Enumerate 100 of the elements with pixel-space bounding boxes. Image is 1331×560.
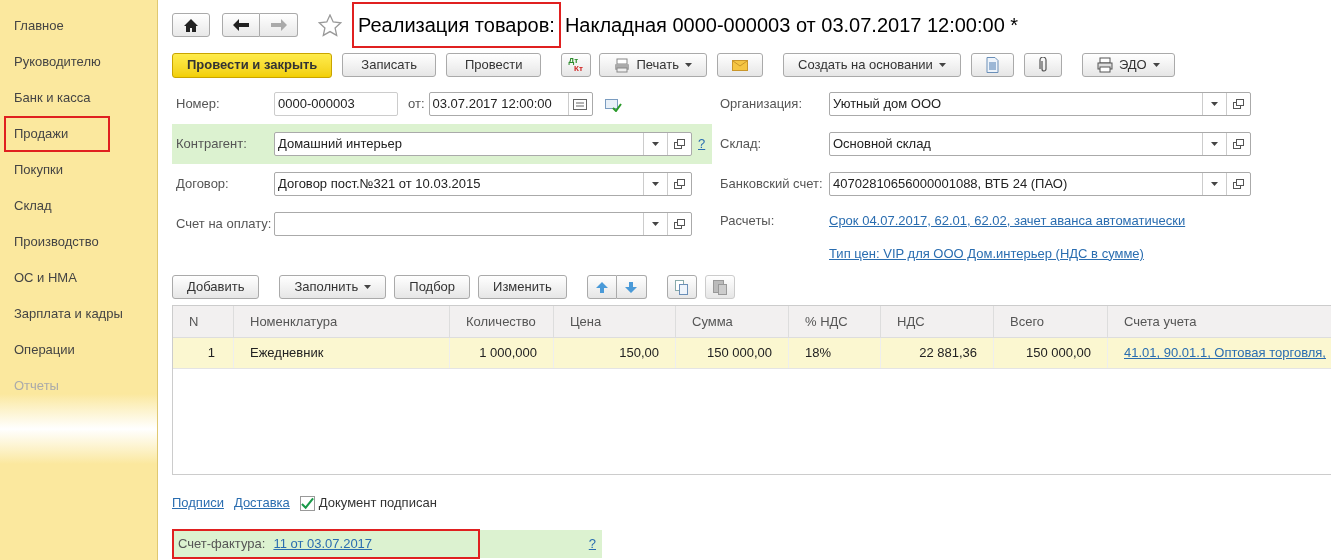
link[interactable]: Срок 04.07.2017, 62.01, 62.02, зачет аванса автоматически xyxy=(829,210,1186,231)
table-row[interactable]: 1 Ежедневник 1 000,000 150,00 150 000,00 18% 22 881,36 150 000,00 41.01, 90.01.1, Оптовая торговля, xyxy=(173,338,1331,369)
column-header[interactable]: % НДС xyxy=(789,306,881,337)
post-and-close-button[interactable]: Провести и закрыть xyxy=(172,52,333,78)
open-window-icon xyxy=(674,139,685,149)
table-cell: 22 881,36 xyxy=(881,338,994,368)
help-link[interactable]: ? xyxy=(698,134,706,154)
table-cell: 18% xyxy=(789,338,881,368)
edit-button[interactable]: Изменить xyxy=(478,275,567,299)
column-header[interactable]: Всего xyxy=(994,306,1108,337)
paste-button[interactable] xyxy=(704,275,735,299)
caret-icon xyxy=(1211,182,1218,186)
number-field[interactable]: 0000-000003 xyxy=(274,92,398,116)
caret-icon xyxy=(364,285,372,289)
sidebar-item[interactable]: Продажи xyxy=(4,116,110,152)
field-label: Банковский счет: xyxy=(720,175,824,194)
sidebar-item[interactable]: Склад xyxy=(6,188,157,224)
open-window-icon xyxy=(674,219,685,229)
caret-icon xyxy=(652,182,659,186)
table-cell: Ежедневник xyxy=(234,338,450,368)
caret-icon xyxy=(652,222,659,226)
link[interactable]: Доставка xyxy=(233,493,290,513)
field-label: Контрагент: xyxy=(176,135,248,154)
printer-icon xyxy=(614,57,631,73)
sidebar-item[interactable]: Производство xyxy=(6,224,157,260)
sidebar-item[interactable]: Главное xyxy=(6,8,157,44)
column-header[interactable]: НДС xyxy=(881,306,994,337)
home-button[interactable] xyxy=(172,13,210,37)
link[interactable]: 11 от 03.07.2017 xyxy=(273,534,373,554)
sidebar-item[interactable]: Покупки xyxy=(6,152,157,188)
field-label: от: xyxy=(408,95,425,114)
caret-icon xyxy=(1211,102,1218,106)
pick-button[interactable]: Подбор xyxy=(394,275,471,299)
field-label: Счет на оплату: xyxy=(176,215,273,234)
copy-icon xyxy=(675,279,689,295)
open-window-icon xyxy=(1233,139,1244,149)
select-field[interactable]: Договор пост.№321 от 10.03.2015 xyxy=(274,172,692,196)
caret-icon xyxy=(1211,142,1218,146)
table-link[interactable]: 41.01, 90.01.1, Оптовая торговля, xyxy=(1108,338,1331,368)
fill-button[interactable]: Заполнить xyxy=(279,275,387,299)
calendar-icon xyxy=(573,98,587,110)
help-link[interactable]: ? xyxy=(588,534,596,554)
select-field[interactable]: Уютный дом ООО xyxy=(829,92,1251,116)
create-based-on-button[interactable]: Создать на основании xyxy=(783,53,961,77)
envelope-icon xyxy=(732,59,748,71)
sidebar-item[interactable]: Банк и касса xyxy=(6,80,157,116)
link[interactable]: Подписи xyxy=(172,493,224,513)
clipboard-icon xyxy=(712,279,727,295)
field-label: Расчеты: xyxy=(720,211,776,230)
window-title: Реализация товаров: xyxy=(352,2,561,48)
link[interactable]: Тип цен: VIP для ООО Дом.интерьер (НДС в сумме) xyxy=(829,243,1144,264)
move-down-button[interactable] xyxy=(616,275,647,299)
date-field[interactable]: 03.07.2017 12:00:00 xyxy=(428,92,593,116)
arrow-down-icon xyxy=(625,281,638,293)
window-title: Накладная 0000-000003 от 03.07.2017 12:00:00 * xyxy=(564,13,1019,38)
field-label: Договор: xyxy=(176,175,230,194)
sidebar-item[interactable]: ОС и НМА xyxy=(6,260,157,296)
copy-button[interactable] xyxy=(666,275,697,299)
select-field[interactable]: Домашний интерьер xyxy=(274,132,692,156)
printer-icon xyxy=(1096,57,1113,73)
column-header[interactable]: N xyxy=(173,306,234,337)
caret-icon xyxy=(1152,63,1160,67)
select-field[interactable]: Основной склад xyxy=(829,132,1251,156)
checkbox[interactable] xyxy=(299,495,315,511)
star-icon[interactable] xyxy=(318,13,342,37)
back-button[interactable] xyxy=(222,13,260,37)
print-button[interactable]: Печать xyxy=(599,53,707,77)
select-field[interactable]: 40702810656000001088, ВТБ 24 (ПАО) xyxy=(829,172,1251,196)
document-button[interactable] xyxy=(970,53,1014,77)
edo-button[interactable]: ЭДО xyxy=(1081,53,1175,77)
column-header[interactable]: Сумма xyxy=(676,306,789,337)
open-window-icon xyxy=(1233,179,1244,189)
save-button[interactable]: Записать xyxy=(342,53,436,77)
open-window-icon xyxy=(1233,99,1244,109)
caret-icon xyxy=(685,63,692,67)
arrow-right-icon xyxy=(270,19,287,31)
table-cell: 1 xyxy=(173,338,234,368)
column-header[interactable]: Количество xyxy=(450,306,554,337)
debit-credit-button[interactable]: Дт Кт xyxy=(561,53,592,77)
column-header[interactable]: Номенклатура xyxy=(234,306,450,337)
move-up-button[interactable] xyxy=(586,275,617,299)
table-cell: 150 000,00 xyxy=(994,338,1108,368)
open-window-icon xyxy=(674,179,685,189)
sidebar-item[interactable]: Зарплата и кадры xyxy=(6,296,157,332)
select-field[interactable] xyxy=(274,212,692,236)
column-header[interactable]: Цена xyxy=(554,306,676,337)
paperclip-icon xyxy=(1038,57,1047,73)
add-button[interactable]: Добавить xyxy=(172,275,260,299)
column-header[interactable]: Счета учета xyxy=(1108,306,1331,337)
field-label: Склад: xyxy=(720,135,763,154)
attachment-button[interactable] xyxy=(1023,53,1062,77)
document-check-icon xyxy=(604,96,622,112)
email-button[interactable] xyxy=(717,53,763,77)
home-icon xyxy=(184,18,198,32)
arrow-up-icon xyxy=(595,281,608,293)
sidebar-item[interactable]: Руководителю xyxy=(6,44,157,80)
table-cell: 150 000,00 xyxy=(676,338,789,368)
post-button[interactable]: Провести xyxy=(445,53,542,77)
sidebar-item[interactable]: Операции xyxy=(6,332,157,368)
caret-icon xyxy=(652,142,659,146)
